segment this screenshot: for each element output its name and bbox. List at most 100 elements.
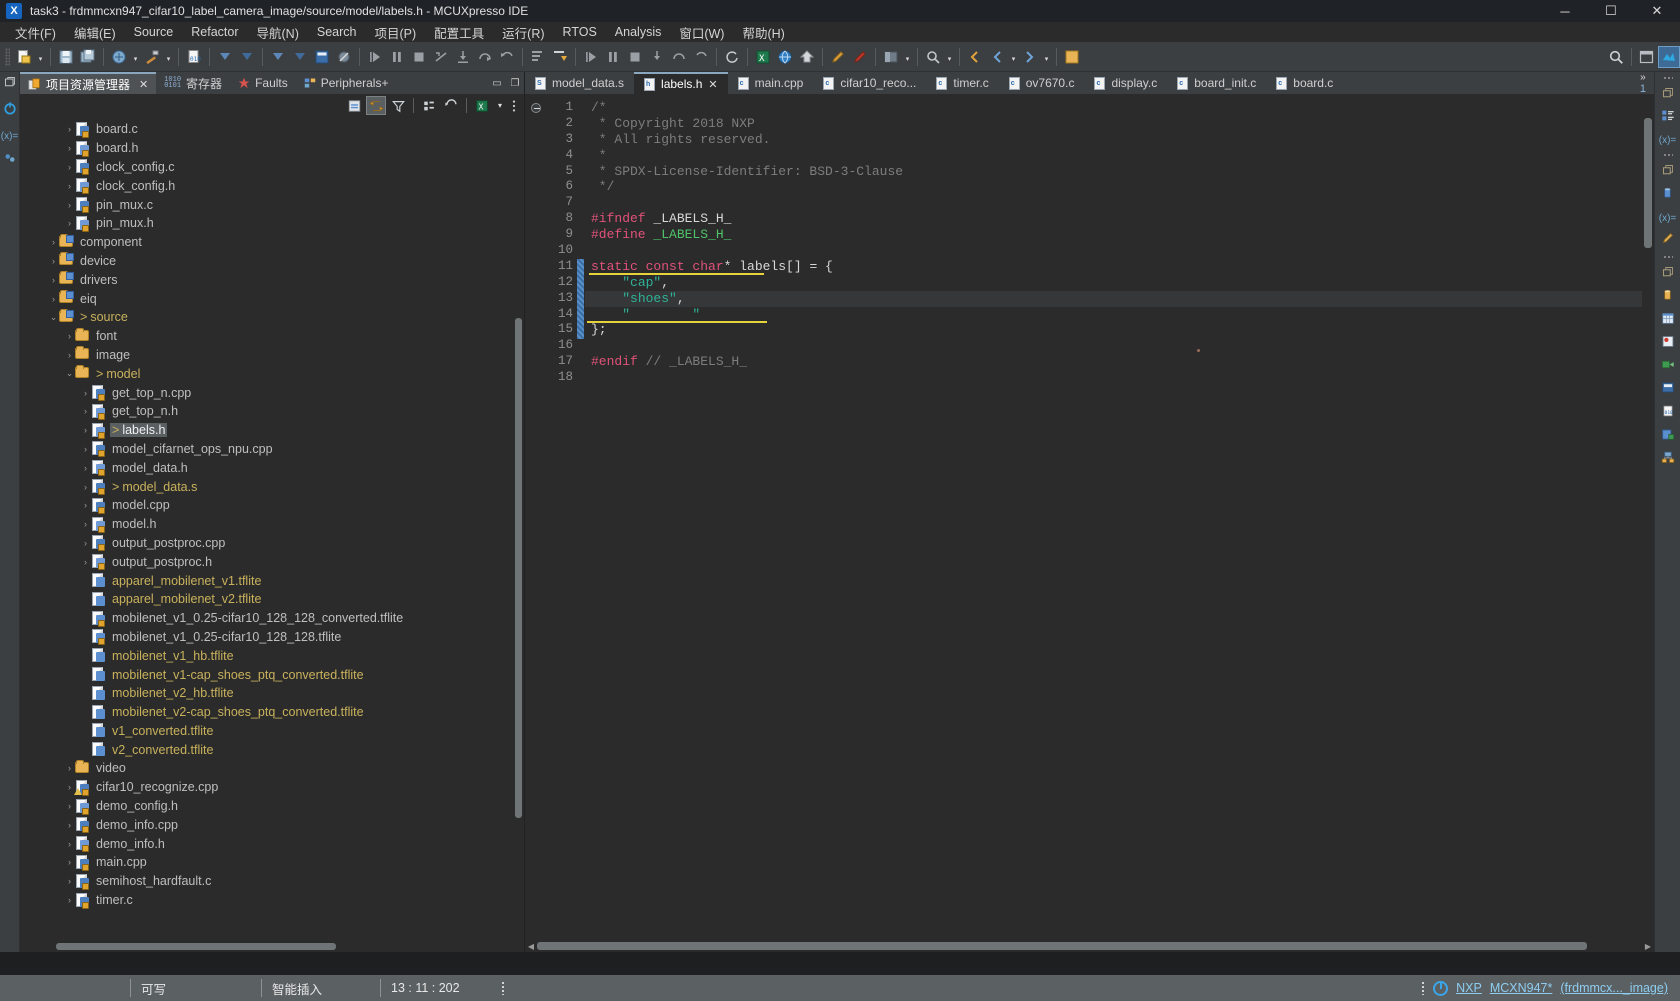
debug-view-icon[interactable] bbox=[1661, 358, 1675, 374]
memory-browser-icon[interactable]: 010 bbox=[1662, 404, 1674, 421]
tree-item-model-data-s[interactable]: › > model_data.s bbox=[20, 477, 524, 496]
step-over-icon[interactable] bbox=[474, 46, 496, 68]
debug-step-return-icon[interactable] bbox=[690, 46, 712, 68]
step-return-icon[interactable] bbox=[496, 46, 518, 68]
view-tab-project-explorer[interactable]: 项目资源管理器 ✕ bbox=[20, 72, 157, 94]
chevron-right-icon[interactable]: › bbox=[48, 275, 59, 285]
scroll-right-icon[interactable]: ▶ bbox=[1642, 942, 1654, 951]
chevron-right-icon[interactable]: › bbox=[64, 857, 75, 867]
menu-item-help[interactable]: 帮助(H) bbox=[733, 21, 793, 44]
chevron-right-icon[interactable]: › bbox=[64, 763, 75, 773]
previous-edit-icon[interactable] bbox=[964, 46, 986, 68]
forward-nav-icon[interactable] bbox=[1019, 46, 1041, 68]
menu-item-file[interactable]: 文件(F) bbox=[6, 21, 65, 44]
next-marker-icon[interactable] bbox=[289, 46, 311, 68]
chevron-right-icon[interactable]: › bbox=[80, 519, 91, 529]
outline-view-icon[interactable] bbox=[1661, 109, 1675, 125]
excel-export-icon[interactable]: X bbox=[472, 96, 492, 115]
chevron-right-icon[interactable]: › bbox=[64, 876, 75, 886]
status-menu-icon[interactable] bbox=[491, 975, 515, 1001]
debug-pause-icon[interactable] bbox=[602, 46, 624, 68]
tree-item-cifar10-recognize-cpp[interactable]: › cifar10_recognize.cpp bbox=[20, 778, 524, 797]
chevron-right-icon[interactable]: › bbox=[64, 200, 75, 210]
chevron-down-icon[interactable]: ⌄ bbox=[64, 368, 75, 379]
resume-icon[interactable] bbox=[364, 46, 386, 68]
view-tab-registers[interactable]: 1010 0101 寄存器 bbox=[156, 72, 230, 94]
disconnect-icon[interactable] bbox=[430, 46, 452, 68]
search-reference-icon[interactable] bbox=[922, 46, 944, 68]
chevron-right-icon[interactable]: › bbox=[80, 557, 91, 567]
menu-item-run[interactable]: 运行(R) bbox=[493, 21, 553, 44]
tree-item-clock-config-c[interactable]: › clock_config.c bbox=[20, 158, 524, 177]
globe-icon[interactable] bbox=[774, 46, 796, 68]
tree-item-output-postproc-h[interactable]: › output_postproc.h bbox=[20, 552, 524, 571]
tree-item-semihost-hardfault-c[interactable]: › semihost_hardfault.c bbox=[20, 872, 524, 891]
back-nav-icon[interactable] bbox=[986, 46, 1008, 68]
tree-item-board-h[interactable]: › board.h bbox=[20, 139, 524, 158]
search-dropdown-icon[interactable]: ▾ bbox=[944, 46, 955, 68]
close-icon[interactable]: ✕ bbox=[708, 78, 717, 91]
menu-item-source[interactable]: Source bbox=[125, 23, 183, 41]
tree-item-component[interactable]: › component bbox=[20, 233, 524, 252]
tree-item-mobilenet-v2-hb-tflite[interactable]: mobilenet_v2_hb.tflite bbox=[20, 684, 524, 703]
chevron-right-icon[interactable]: › bbox=[64, 124, 75, 134]
debug-step-over-icon[interactable] bbox=[668, 46, 690, 68]
breakpoints-view-icon[interactable] bbox=[1661, 335, 1675, 351]
chevron-right-icon[interactable]: › bbox=[64, 350, 75, 360]
chevron-right-icon[interactable]: › bbox=[64, 895, 75, 905]
build-dropdown-icon[interactable]: ▾ bbox=[130, 46, 141, 68]
perspective-switch-icon[interactable] bbox=[880, 46, 902, 68]
debug-resume-icon[interactable] bbox=[580, 46, 602, 68]
tree-item-output-postproc-cpp[interactable]: › output_postproc.cpp bbox=[20, 534, 524, 553]
tree-item-demo-info-cpp[interactable]: › demo_info.cpp bbox=[20, 815, 524, 834]
menu-item-window[interactable]: 窗口(W) bbox=[670, 21, 733, 44]
pen-icon[interactable] bbox=[827, 46, 849, 68]
editor-vscrollbar[interactable] bbox=[1642, 116, 1654, 929]
clean-hammer-icon[interactable] bbox=[141, 46, 163, 68]
project-tree[interactable]: › board.c › board.h › clock_config.c › clock_co… bbox=[20, 118, 524, 941]
power-icon[interactable] bbox=[1433, 980, 1449, 996]
marker-red-icon[interactable] bbox=[849, 46, 871, 68]
open-perspective-icon[interactable] bbox=[527, 46, 549, 68]
maximize-button[interactable]: ☐ bbox=[1588, 0, 1634, 22]
restore-view-icon[interactable] bbox=[1662, 87, 1674, 102]
console-icon[interactable] bbox=[311, 46, 333, 68]
chevron-right-icon[interactable]: › bbox=[80, 406, 91, 416]
instruction-trace-icon[interactable] bbox=[1661, 428, 1675, 444]
tree-item-image[interactable]: › image bbox=[20, 346, 524, 365]
tree-item-mobilenet-v1-cap-shoes-ptq-converted-tflite[interactable]: mobilenet_v1-cap_shoes_ptq_converted.tfl… bbox=[20, 665, 524, 684]
quick-search-icon[interactable] bbox=[1605, 46, 1627, 68]
strip-grip[interactable] bbox=[1662, 153, 1673, 157]
home-icon[interactable] bbox=[796, 46, 818, 68]
tree-item-v2-converted-tflite[interactable]: v2_converted.tflite bbox=[20, 740, 524, 759]
tree-item-main-cpp[interactable]: › main.cpp bbox=[20, 853, 524, 872]
code-editor[interactable]: 1 2 3 4 5 6 7 8 9 10 11 12 13 14 15 16 17 18 /* * Copyrig… bbox=[525, 94, 1654, 940]
scroll-thumb[interactable] bbox=[515, 318, 522, 818]
view-menu-icon[interactable] bbox=[508, 96, 520, 115]
scroll-thumb[interactable] bbox=[56, 943, 336, 950]
folding-column[interactable] bbox=[525, 94, 545, 940]
status-menu-icon[interactable] bbox=[1421, 981, 1426, 995]
fold-toggle-icon[interactable] bbox=[531, 103, 541, 113]
tree-item-model-cifarnet-ops-npu-cpp[interactable]: › model_cifarnet_ops_npu.cpp bbox=[20, 440, 524, 459]
chevron-right-icon[interactable]: › bbox=[80, 482, 91, 492]
scroll-left-icon[interactable]: ◀ bbox=[525, 942, 537, 951]
network-view-icon[interactable] bbox=[1661, 451, 1675, 467]
view-filter-icon[interactable] bbox=[388, 96, 408, 115]
tree-item-device[interactable]: › device bbox=[20, 252, 524, 271]
chevron-right-icon[interactable]: › bbox=[80, 538, 91, 548]
restore-view-icon[interactable] bbox=[4, 76, 16, 91]
tree-item-model-h[interactable]: › model.h bbox=[20, 515, 524, 534]
terminate-icon[interactable] bbox=[408, 46, 430, 68]
minimize-button[interactable]: ─ bbox=[1542, 0, 1588, 22]
minimize-view-icon[interactable]: ▭ bbox=[490, 76, 504, 90]
scroll-thumb[interactable] bbox=[1644, 118, 1652, 248]
next-annotation-icon[interactable] bbox=[236, 46, 258, 68]
breakpoints-view-icon[interactable] bbox=[3, 152, 17, 167]
toolbar-grip[interactable] bbox=[5, 47, 10, 66]
tree-item-board-c[interactable]: › board.c bbox=[20, 120, 524, 139]
status-target-prefix[interactable]: NXP bbox=[1456, 981, 1482, 995]
collapse-all-icon[interactable] bbox=[344, 96, 364, 115]
editor-tab-overflow[interactable]: » 1 bbox=[1634, 72, 1652, 94]
clean-dropdown-icon[interactable]: ▾ bbox=[163, 46, 174, 68]
